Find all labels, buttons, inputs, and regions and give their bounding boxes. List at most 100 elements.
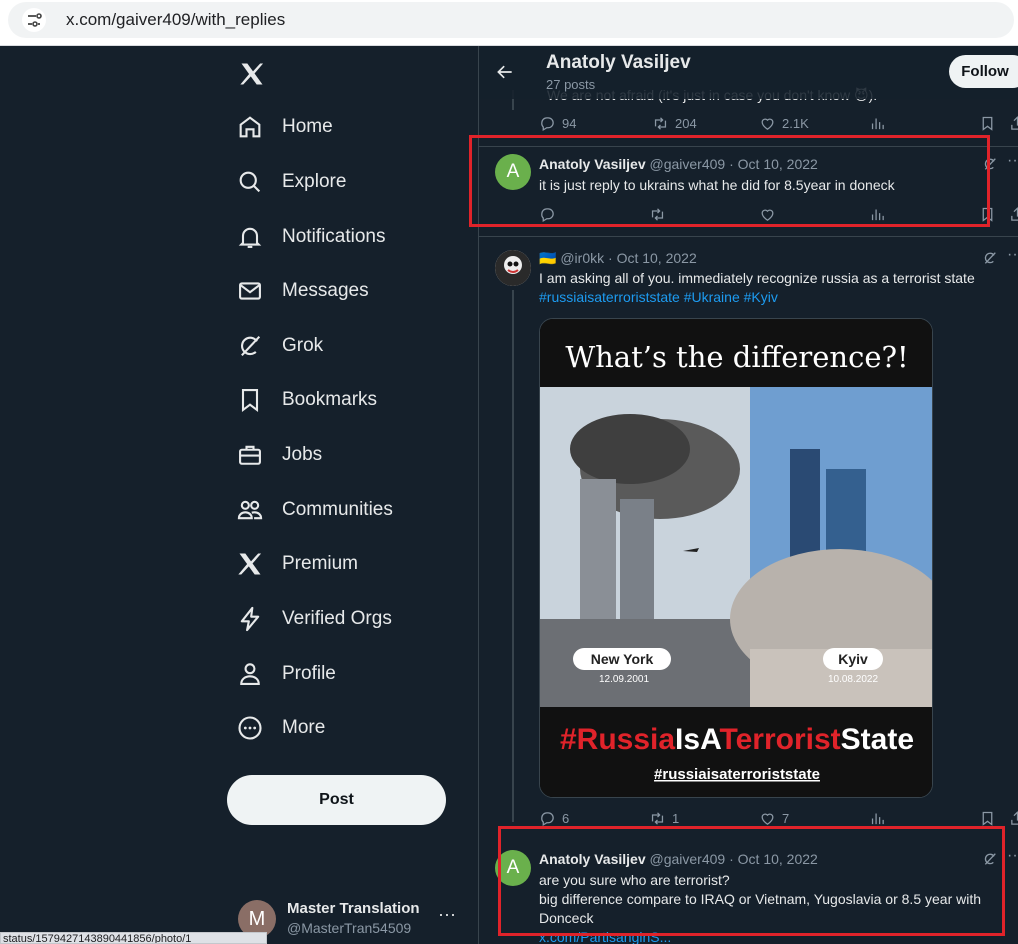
image-hashtag: #russiaisaterroriststate xyxy=(654,766,820,783)
more-dots-icon[interactable]: ··· xyxy=(1007,847,1018,865)
nav-home-label: Home xyxy=(282,116,333,137)
author-handle[interactable]: @ir0kk xyxy=(560,250,604,266)
account-handle: @MasterTran54509 xyxy=(287,920,412,936)
avatar[interactable] xyxy=(495,250,531,286)
banner-part-1: #Russia xyxy=(560,723,675,756)
nav-bookmarks-label: Bookmarks xyxy=(282,389,378,410)
follow-button[interactable]: Follow xyxy=(949,55,1018,88)
separator: · xyxy=(608,250,613,266)
nav-premium-label: Premium xyxy=(282,553,359,574)
url-bar[interactable]: x.com/gaiver409/with_replies xyxy=(8,2,1014,38)
post2-meta: 🇺🇦 @ir0kk · Oct 10, 2022 xyxy=(539,250,697,267)
views-button[interactable] xyxy=(869,810,886,827)
highlight-box-2 xyxy=(498,826,1005,936)
nav-messages-label: Messages xyxy=(282,280,369,301)
heart-icon xyxy=(761,118,774,130)
banner-part-4: State xyxy=(841,723,914,756)
nav-notifications[interactable]: Notifications xyxy=(236,217,386,257)
nav-jobs[interactable]: Jobs xyxy=(236,435,322,475)
nav-explore-label: Explore xyxy=(282,171,347,192)
reply-count: 94 xyxy=(562,116,577,131)
post-date[interactable]: Oct 10, 2022 xyxy=(617,250,697,266)
bell-icon xyxy=(238,227,262,248)
nav-communities[interactable]: Communities xyxy=(236,490,393,530)
repost-button[interactable]: 1 xyxy=(649,810,679,827)
banner-part-2: IsA xyxy=(675,723,721,756)
search-icon xyxy=(239,171,261,193)
person-icon xyxy=(240,663,260,685)
grok-icon[interactable] xyxy=(982,250,998,266)
share-button[interactable] xyxy=(1009,206,1018,223)
reply-icon xyxy=(541,117,554,132)
left-sidebar: Home Explore Notifications Messages Grok… xyxy=(0,46,478,944)
post-image[interactable]: What’s the difference?! New York 12.09.2… xyxy=(539,318,933,798)
bookmark-button[interactable] xyxy=(979,115,996,132)
bookmark-icon xyxy=(241,389,259,413)
repost-count: 204 xyxy=(675,116,697,131)
reply-button[interactable]: 94 xyxy=(539,115,576,132)
nav-profile[interactable]: Profile xyxy=(236,654,336,694)
mail-icon xyxy=(239,282,261,300)
bookmark-icon xyxy=(982,811,993,826)
post-button[interactable]: Post xyxy=(227,775,446,825)
bookmark-button[interactable] xyxy=(979,810,996,827)
account-name: Master Translation xyxy=(287,900,420,917)
nav-messages[interactable]: Messages xyxy=(236,271,369,311)
share-icon xyxy=(1011,116,1018,130)
page-title: Anatoly Vasiljev xyxy=(546,52,691,73)
image-left-date: 12.09.2001 xyxy=(599,674,649,685)
post2-text: I am asking all of you. immediately reco… xyxy=(539,270,975,286)
image-left-city: New York xyxy=(591,651,654,667)
back-arrow-icon[interactable] xyxy=(495,62,515,82)
nav-communities-label: Communities xyxy=(282,499,393,520)
browser-address-bar: x.com/gaiver409/with_replies xyxy=(0,0,1018,46)
x-logo-icon xyxy=(238,553,262,575)
nav-home[interactable]: Home xyxy=(236,107,333,147)
nav-grok[interactable]: Grok xyxy=(236,326,323,366)
nav-notifications-label: Notifications xyxy=(282,226,386,247)
bookmark-icon xyxy=(982,116,993,131)
account-switcher[interactable]: M Master Translation @MasterTran54509 ··… xyxy=(238,896,468,940)
repost-icon xyxy=(651,812,664,825)
like-count: 7 xyxy=(782,811,790,826)
image-illustration: What’s the difference?! New York 12.09.2… xyxy=(540,319,932,797)
heart-icon xyxy=(761,813,774,825)
reply-button[interactable]: 6 xyxy=(539,810,569,827)
post-count: 27 posts xyxy=(546,77,596,92)
url-text: x.com/gaiver409/with_replies xyxy=(66,10,286,29)
like-button[interactable]: 2.1K xyxy=(759,115,809,132)
reply-icon xyxy=(541,812,554,827)
banner-part-3: Terrorist xyxy=(720,723,841,756)
reply-count: 6 xyxy=(562,811,570,826)
more-dots-icon[interactable]: ··· xyxy=(1007,152,1018,170)
post2-hashtags[interactable]: #russiaisaterroriststate #Ukraine #Kyiv xyxy=(539,288,1009,307)
briefcase-icon xyxy=(239,445,261,465)
share-button[interactable] xyxy=(1009,810,1018,827)
thread-line xyxy=(512,290,514,822)
nav-grok-label: Grok xyxy=(282,335,324,356)
analytics-icon xyxy=(871,813,884,825)
nav-bookmarks[interactable]: Bookmarks xyxy=(236,380,377,420)
x-logo-icon[interactable] xyxy=(238,60,266,88)
ukraine-flag-icon: 🇺🇦 xyxy=(539,250,557,266)
highlight-box-1 xyxy=(469,135,990,227)
more-dots-icon[interactable]: ··· xyxy=(438,904,456,925)
nav-verified-orgs-label: Verified Orgs xyxy=(282,608,392,629)
site-settings-icon[interactable] xyxy=(22,8,46,32)
nav-jobs-label: Jobs xyxy=(282,444,323,465)
share-icon xyxy=(1011,811,1018,825)
views-button[interactable] xyxy=(869,115,886,132)
nav-more[interactable]: More xyxy=(236,708,325,748)
more-circle-icon xyxy=(238,716,262,740)
image-banner: #RussiaIsATerroristState xyxy=(560,723,914,756)
nav-profile-label: Profile xyxy=(282,663,336,684)
like-count: 2.1K xyxy=(782,116,809,131)
image-title: What’s the difference?! xyxy=(565,340,908,374)
share-button[interactable] xyxy=(1009,115,1018,132)
like-button[interactable]: 7 xyxy=(759,810,789,827)
nav-explore[interactable]: Explore xyxy=(236,162,346,202)
nav-premium[interactable]: Premium xyxy=(236,544,358,584)
repost-button[interactable]: 204 xyxy=(652,115,697,132)
nav-verified-orgs[interactable]: Verified Orgs xyxy=(236,599,392,639)
more-dots-icon[interactable]: ··· xyxy=(1007,246,1018,264)
